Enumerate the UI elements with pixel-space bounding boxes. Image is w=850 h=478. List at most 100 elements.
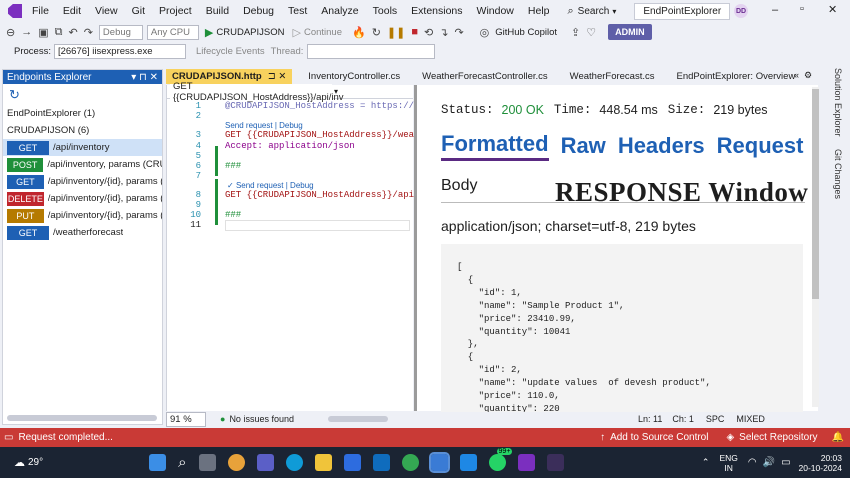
notes-icon[interactable] xyxy=(459,454,477,471)
endpoint-row[interactable]: DELETE/api/inventory/{id}, params (int i xyxy=(3,190,162,207)
http-editor[interactable]: GET {{CRUDAPIJSON_HostAddress}}/api/inv … xyxy=(166,81,446,411)
group-endpointexplorer[interactable]: EndPointExplorer (1) xyxy=(3,106,162,122)
lifecycle-events[interactable]: Lifecycle Events xyxy=(196,46,265,57)
restart-icon[interactable]: ⟲ xyxy=(424,26,433,39)
tab-weatherforecast[interactable]: WeatherForecast.cs xyxy=(564,69,661,84)
wifi-icon[interactable]: ◠ xyxy=(748,457,757,468)
menu-help[interactable]: Help xyxy=(528,5,550,17)
whatsapp-icon[interactable]: 99+ xyxy=(483,448,513,471)
tab-overflow-icon[interactable]: « ⚙ xyxy=(794,70,812,81)
continue-button[interactable]: Continue xyxy=(304,27,342,38)
config-select[interactable]: Debug xyxy=(98,24,143,40)
tab-weatherforecast-controller[interactable]: WeatherForecastController.cs xyxy=(416,69,554,84)
tab-headers[interactable]: Headers xyxy=(618,133,705,159)
menu-file[interactable]: File xyxy=(32,5,49,17)
copilot-icon[interactable]: ◎ xyxy=(480,26,490,39)
copilot-button[interactable]: GitHub Copilot xyxy=(495,27,557,38)
share-icon[interactable]: ⇪ xyxy=(571,26,580,39)
scope-select[interactable]: GET {{CRUDAPIJSON_HostAddress}}/api/inv xyxy=(170,81,344,103)
menu-git[interactable]: Git xyxy=(132,5,145,17)
panel-options-icon[interactable]: ▾ ⊓ ✕ xyxy=(131,72,158,83)
minimize-icon[interactable]: – xyxy=(772,4,778,16)
tab-request[interactable]: Request xyxy=(717,133,804,159)
step-over-icon[interactable]: ↷ xyxy=(454,26,463,39)
endpoint-row[interactable]: PUT/api/inventory/{id}, params (int i xyxy=(3,207,162,224)
volume-icon[interactable]: 🔊 xyxy=(763,457,775,468)
git-changes-tab[interactable]: Git Changes xyxy=(833,149,843,199)
back-icon[interactable]: ⊖ xyxy=(6,26,15,39)
tab-endpointexplorer-overview[interactable]: EndPointExplorer: Overview xyxy=(671,69,802,84)
pause-icon[interactable]: ❚❚ xyxy=(387,26,405,39)
group-crudapijson[interactable]: CRUDAPIJSON (6) xyxy=(3,122,162,139)
step-icon[interactable]: ↴ xyxy=(439,26,448,39)
task-view-icon[interactable] xyxy=(198,454,216,471)
menu-extensions[interactable]: Extensions xyxy=(411,5,462,17)
windows-start-icon[interactable] xyxy=(149,454,167,471)
app-icon[interactable] xyxy=(428,452,450,473)
close-icon[interactable]: ✕ xyxy=(828,3,837,16)
play-icon[interactable]: ▶ xyxy=(205,26,213,39)
menu-view[interactable]: View xyxy=(95,5,118,17)
add-to-source-control[interactable]: Add to Source Control xyxy=(610,432,708,443)
tab-formatted[interactable]: Formatted xyxy=(441,131,549,161)
issues-status[interactable]: No issues found xyxy=(229,414,294,424)
thread-select[interactable] xyxy=(307,43,436,59)
search-area[interactable]: ⌕ Search ▾ xyxy=(568,5,617,18)
edge-icon[interactable] xyxy=(285,454,303,471)
visual-studio-icon[interactable] xyxy=(517,454,535,471)
endpoint-row[interactable]: POST/api/inventory, params (CRUDA xyxy=(3,156,162,173)
avatar[interactable]: DD xyxy=(734,4,748,18)
vertical-scrollbar[interactable] xyxy=(812,87,819,407)
battery-icon[interactable]: ▭ xyxy=(781,457,790,468)
menu-analyze[interactable]: Analyze xyxy=(321,5,358,17)
teams-icon[interactable] xyxy=(256,454,274,471)
menu-debug[interactable]: Debug xyxy=(243,5,274,17)
stop-icon[interactable]: ■ xyxy=(411,26,418,38)
clock[interactable]: 20:03 20-10-2024 xyxy=(799,453,842,473)
save-all-icon[interactable]: ⧉ xyxy=(55,26,63,39)
menu-window[interactable]: Window xyxy=(477,5,514,17)
horizontal-scrollbar[interactable] xyxy=(7,415,157,421)
refresh-endpoints-icon[interactable]: ↻ xyxy=(3,84,162,106)
search-icon[interactable]: ⌕ xyxy=(178,454,186,471)
editor-h-scrollbar[interactable] xyxy=(327,416,388,422)
platform-select[interactable]: Any CPU xyxy=(146,24,199,40)
refresh-icon[interactable]: ↻ xyxy=(372,26,381,39)
undo-icon[interactable]: ↶ xyxy=(68,26,77,39)
language-indicator[interactable]: ENG IN xyxy=(719,453,737,473)
continue-icon[interactable]: ▷ xyxy=(292,26,300,39)
menu-test[interactable]: Test xyxy=(288,5,307,17)
menu-project[interactable]: Project xyxy=(159,5,192,17)
forward-icon[interactable]: → xyxy=(21,26,32,38)
send-request-link-2[interactable]: ✓ Send request | Debug xyxy=(227,181,314,190)
weather-temp[interactable]: 29° xyxy=(28,457,43,468)
solution-explorer-tab[interactable]: Solution Explorer xyxy=(833,68,843,137)
chrome-icon[interactable] xyxy=(401,454,419,471)
store-icon[interactable] xyxy=(343,454,361,471)
select-repository[interactable]: Select Repository xyxy=(739,432,817,443)
menu-build[interactable]: Build xyxy=(206,5,229,17)
startup-project[interactable]: CRUDAPIJSON xyxy=(216,27,284,38)
widgets-icon[interactable] xyxy=(227,454,245,471)
line-ending-indicator[interactable]: MIXED xyxy=(736,414,765,424)
whitespace-indicator[interactable]: SPC xyxy=(706,414,725,424)
tab-raw[interactable]: Raw xyxy=(561,133,606,159)
zoom-select[interactable]: 91 % xyxy=(166,411,206,427)
feedback-icon[interactable]: ♡ xyxy=(586,26,596,39)
chevron-up-icon[interactable]: ⌃ xyxy=(702,457,710,468)
redo-icon[interactable]: ↷ xyxy=(84,26,93,39)
hot-reload-icon[interactable]: 🔥 xyxy=(352,26,366,39)
outlook-icon[interactable] xyxy=(372,454,390,471)
file-explorer-icon[interactable] xyxy=(314,454,332,471)
menu-tools[interactable]: Tools xyxy=(373,5,398,17)
send-request-link-1[interactable]: Send request | Debug xyxy=(225,121,303,130)
maximize-icon[interactable]: ▫ xyxy=(800,3,804,15)
menu-edit[interactable]: Edit xyxy=(63,5,81,17)
endpoint-row[interactable]: GET/weatherforecast xyxy=(3,224,162,241)
output-icon[interactable]: ▭ xyxy=(4,432,13,443)
save-icon[interactable]: ▣ xyxy=(38,26,48,39)
notifications-icon[interactable]: 🔔 xyxy=(832,432,844,443)
endpoint-row[interactable]: GET/api/inventory xyxy=(3,139,162,156)
terminal-icon[interactable] xyxy=(546,454,564,471)
endpoint-row[interactable]: GET/api/inventory/{id}, params (int i xyxy=(3,173,162,190)
